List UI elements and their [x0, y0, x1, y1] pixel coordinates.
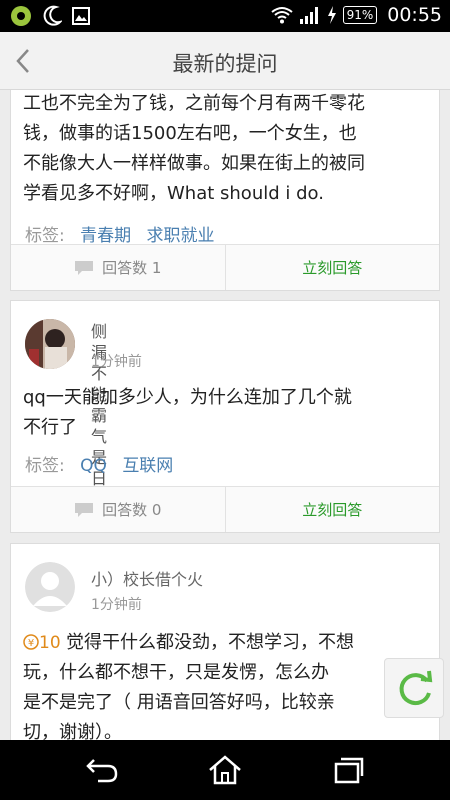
question-text-line: 不能像大人一样样做事。如果在街上的被同 — [23, 153, 365, 174]
avatar[interactable] — [25, 319, 75, 369]
back-nav-icon[interactable] — [84, 754, 120, 786]
username-char: 侧 — [91, 322, 108, 341]
tag-row: 标签: QQ 互联网 — [11, 451, 187, 476]
reward-amount: 10 — [39, 633, 61, 653]
app-notification-icon — [11, 6, 31, 26]
question-text-line: 工也不完全为了钱，之前每个月有两千零花 — [23, 93, 365, 114]
card-footer: 回答数 0 立刻回答 — [11, 486, 439, 532]
comment-icon — [75, 502, 94, 517]
question-card[interactable]: 侧 漏 不 能 霸 气 是 日 1分钟前 qq一天能加多少人，为什么连加了几个就… — [10, 300, 440, 533]
question-text-line: 学看见多不好啊，What should i do. — [23, 183, 324, 204]
charging-icon — [327, 6, 336, 24]
question-text-line: 钱，做事的话1500左右吧，一个女生，也 — [23, 123, 357, 144]
question-text-line: 不行了 — [23, 417, 77, 438]
question-text-line: ¥ 10 觉得干什么都没劲，不想学习，不想 — [23, 628, 427, 658]
avatar[interactable] — [25, 562, 75, 612]
answer-count[interactable]: 回答数 0 — [11, 487, 226, 532]
question-card[interactable]: 小）校长借个火 1分钟前 ¥ 10 觉得干什么都没劲，不想学习，不想 玩，什么都… — [10, 543, 440, 740]
battery-indicator: 91% — [342, 6, 378, 24]
question-text[interactable]: qq一天能加多少人，为什么连加了几个就 不行了 — [11, 383, 439, 443]
question-text[interactable]: ¥ 10 觉得干什么都没劲，不想学习，不想 玩，什么都不想干，只是发愣，怎么办 … — [11, 628, 439, 740]
reward-badge: ¥ 10 — [23, 633, 66, 653]
question-card[interactable]: 工也不完全为了钱，之前每个月有两千零花 钱，做事的话1500左右吧，一个女生，也… — [10, 90, 440, 291]
tags-label: 标签: — [25, 226, 65, 246]
post-time: 1分钟前 — [91, 354, 142, 370]
wifi-icon — [270, 7, 293, 24]
answer-now-button[interactable]: 立刻回答 — [226, 487, 440, 532]
navigation-bar — [0, 740, 450, 800]
question-list[interactable]: 工也不完全为了钱，之前每个月有两千零花 钱，做事的话1500左右吧，一个女生，也… — [0, 90, 450, 740]
home-icon[interactable] — [207, 754, 243, 786]
coin-icon: ¥ — [23, 634, 39, 650]
refresh-icon — [399, 670, 433, 706]
question-text-line-content: 觉得干什么都没劲，不想学习，不想 — [66, 632, 355, 653]
question-text-line: 切，谢谢）。 — [23, 722, 122, 740]
username[interactable]: 小）校长借个火 — [91, 566, 203, 590]
answer-count-label: 回答数 0 — [102, 501, 162, 519]
svg-text:¥: ¥ — [28, 638, 34, 649]
answer-count[interactable]: 回答数 1 — [11, 245, 226, 290]
card-footer: 回答数 1 立刻回答 — [11, 244, 439, 290]
page-title: 最新的提问 — [172, 52, 278, 76]
question-text-line: 玩，什么都不想干，只是发愣，怎么办 — [23, 662, 329, 683]
tags-label: 标签: — [25, 456, 65, 476]
refresh-button[interactable] — [384, 658, 444, 718]
post-time: 1分钟前 — [91, 597, 142, 613]
clock: 00:55 — [387, 4, 442, 26]
image-notification-icon — [72, 7, 90, 25]
question-text-line: qq一天能加多少人，为什么连加了几个就 — [23, 387, 352, 408]
user-photo-icon — [25, 319, 75, 369]
tag-link[interactable]: 青春期 — [80, 226, 131, 246]
question-text-line: 是不是完了（ 用语音回答好吗，比较亲 — [23, 692, 335, 713]
tag-row: 标签: 青春期 求职就业 — [11, 221, 439, 246]
tag-link[interactable]: 求职就业 — [147, 226, 215, 246]
moon-icon — [43, 5, 62, 26]
tag-link[interactable]: 互联网 — [122, 456, 173, 476]
app-header: 最新的提问 — [0, 32, 450, 90]
default-avatar-icon — [25, 562, 75, 612]
answer-now-button[interactable]: 立刻回答 — [226, 245, 440, 290]
tag-link[interactable]: QQ — [80, 456, 107, 476]
signal-icon — [299, 7, 318, 24]
comment-icon — [75, 260, 94, 275]
status-bar: 91% 00:55 — [0, 0, 450, 32]
answer-count-label: 回答数 1 — [102, 259, 162, 277]
recent-apps-icon[interactable] — [331, 754, 367, 786]
question-text[interactable]: 工也不完全为了钱，之前每个月有两千零花 钱，做事的话1500左右吧，一个女生，也… — [11, 90, 439, 209]
